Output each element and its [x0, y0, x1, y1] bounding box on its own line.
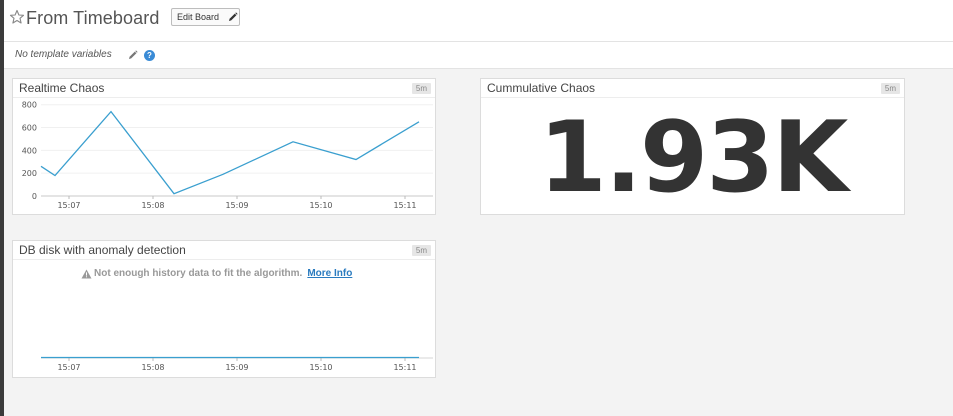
dashboard-header: From Timeboard Edit Board [4, 0, 953, 42]
x-tick-label: 15:08 [141, 201, 164, 210]
widget-title: Realtime Chaos [19, 81, 105, 95]
x-tick-label: 15:09 [225, 363, 248, 372]
edit-board-label: Edit Board [177, 12, 220, 22]
timeframe-badge: 5m [411, 245, 431, 256]
widget-title: DB disk with anomaly detection [19, 243, 186, 257]
x-tick-label: 15:09 [225, 201, 248, 210]
page-title: From Timeboard [26, 8, 160, 28]
y-tick-label: 0 [32, 192, 37, 201]
edit-board-button[interactable]: Edit Board [171, 8, 240, 26]
template-variables-bar: No template variables ? [4, 42, 953, 69]
pencil-icon [229, 12, 238, 21]
widget-header-divider [481, 97, 904, 98]
x-tick-label: 15:10 [309, 201, 332, 210]
y-tick-label: 200 [22, 169, 37, 178]
timeframe-badge: 5m [880, 83, 900, 94]
y-tick-label: 600 [22, 124, 37, 133]
x-tick-label: 15:07 [57, 363, 80, 372]
widget-db-disk[interactable]: DB disk with anomaly detection 5m Not en… [12, 240, 436, 378]
timeframe-badge: 5m [411, 83, 431, 94]
edit-template-pencil-icon[interactable] [128, 50, 138, 60]
x-tick-label: 15:11 [393, 201, 416, 210]
help-icon[interactable]: ? [144, 50, 155, 61]
x-tick-label: 15:11 [393, 363, 416, 372]
star-icon[interactable] [9, 9, 25, 25]
widget-realtime-chaos[interactable]: Realtime Chaos 5m 0 200 400 600 800 15:07 15:… [12, 78, 436, 215]
x-tick-label: 15:08 [141, 363, 164, 372]
y-tick-label: 400 [22, 146, 37, 155]
series-line [40, 110, 420, 195]
y-tick-label: 800 [22, 101, 37, 110]
x-tick-label: 15:10 [309, 363, 332, 372]
db-disk-chart: 15:07 15:08 15:09 15:10 15:11 [41, 356, 433, 372]
widget-cumulative-chaos[interactable]: Cummulative Chaos 5m 1.93K [480, 78, 905, 215]
widget-title: Cummulative Chaos [487, 81, 596, 95]
x-tick-label: 15:07 [57, 201, 80, 210]
realtime-chaos-chart: 0 200 400 600 800 15:07 15:08 15:09 15:10 15:11 [22, 101, 433, 210]
template-variables-text: No template variables [15, 49, 112, 60]
query-value: 1.93K [538, 101, 849, 215]
